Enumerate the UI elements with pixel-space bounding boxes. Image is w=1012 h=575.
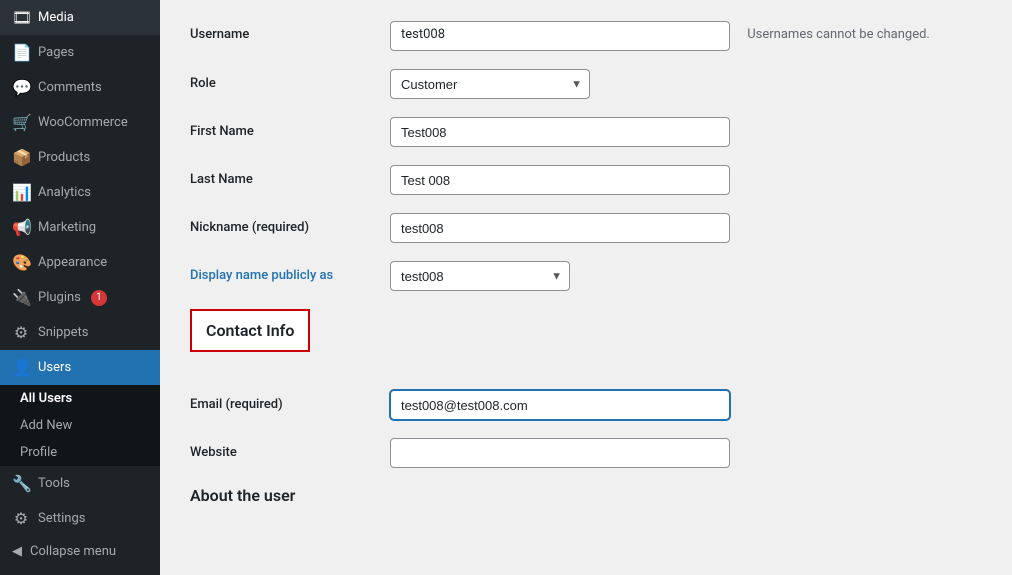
display-name-select[interactable]: test008 Test008 Test 008 Test008 Test 00… bbox=[390, 261, 570, 291]
appearance-icon: 🎨 bbox=[12, 253, 30, 272]
collapse-icon: ◀ bbox=[12, 544, 22, 559]
sidebar-item-pages[interactable]: 📄 Pages bbox=[0, 35, 160, 70]
sidebar-item-analytics[interactable]: 📊 Analytics bbox=[0, 175, 160, 210]
last-name-label: Last Name bbox=[190, 165, 390, 187]
sidebar-label-media: Media bbox=[38, 10, 74, 25]
sidebar-label-snippets: Snippets bbox=[38, 325, 89, 340]
email-field-wrap bbox=[390, 390, 982, 420]
sidebar-label-products: Products bbox=[38, 150, 90, 165]
collapse-label: Collapse menu bbox=[30, 544, 116, 559]
nickname-label: Nickname (required) bbox=[190, 213, 390, 235]
sidebar-label-woocommerce: WooCommerce bbox=[38, 115, 128, 130]
email-row: Email (required) bbox=[190, 390, 982, 420]
nickname-input[interactable] bbox=[390, 213, 730, 243]
last-name-input[interactable] bbox=[390, 165, 730, 195]
all-users-label: All Users bbox=[20, 391, 72, 406]
tools-label: Tools bbox=[38, 476, 70, 491]
sidebar-item-profile[interactable]: Profile bbox=[0, 439, 160, 466]
main-content: Username test008 Usernames cannot be cha… bbox=[160, 0, 1012, 575]
role-field: Customer Administrator Editor Author Sub… bbox=[390, 69, 982, 99]
sidebar-label-marketing: Marketing bbox=[38, 220, 96, 235]
sidebar-item-settings[interactable]: ⚙ Settings bbox=[0, 501, 160, 536]
collapse-menu-button[interactable]: ◀ Collapse menu bbox=[0, 536, 160, 567]
sidebar-item-comments[interactable]: 💬 Comments bbox=[0, 70, 160, 105]
website-field bbox=[390, 438, 982, 468]
role-row: Role Customer Administrator Editor Autho… bbox=[190, 69, 982, 99]
about-heading: About the user bbox=[190, 486, 982, 505]
sidebar-item-all-users[interactable]: All Users bbox=[0, 385, 160, 412]
username-field: test008 Usernames cannot be changed. bbox=[390, 20, 982, 51]
website-input[interactable] bbox=[390, 438, 730, 468]
plugins-badge: 1 bbox=[91, 290, 107, 306]
last-name-field bbox=[390, 165, 982, 195]
comments-icon: 💬 bbox=[12, 78, 30, 97]
email-input[interactable] bbox=[390, 390, 730, 420]
role-select[interactable]: Customer Administrator Editor Author Sub… bbox=[390, 69, 590, 99]
contact-info-section: Contact Info bbox=[190, 309, 982, 370]
first-name-input[interactable] bbox=[390, 117, 730, 147]
website-label: Website bbox=[190, 438, 390, 460]
users-submenu: All Users Add New Profile bbox=[0, 385, 160, 466]
pages-icon: 📄 bbox=[12, 43, 30, 62]
first-name-label: First Name bbox=[190, 117, 390, 139]
username-note: Usernames cannot be changed. bbox=[747, 20, 930, 42]
username-label: Username bbox=[190, 20, 390, 42]
settings-icon: ⚙ bbox=[12, 509, 30, 528]
display-name-select-wrap: test008 Test008 Test 008 Test008 Test 00… bbox=[390, 261, 570, 291]
last-name-row: Last Name bbox=[190, 165, 982, 195]
sidebar-label-plugins: Plugins bbox=[38, 290, 81, 305]
sidebar-item-appearance[interactable]: 🎨 Appearance bbox=[0, 245, 160, 280]
website-row: Website bbox=[190, 438, 982, 468]
analytics-icon: 📊 bbox=[12, 183, 30, 202]
sidebar-item-plugins[interactable]: 🔌 Plugins 1 bbox=[0, 280, 160, 315]
sidebar-item-media[interactable]: 🎞 Media bbox=[0, 0, 160, 35]
media-icon: 🎞 bbox=[12, 8, 30, 27]
sidebar-label-analytics: Analytics bbox=[38, 185, 91, 200]
sidebar-item-tools[interactable]: 🔧 Tools bbox=[0, 466, 160, 501]
username-value: test008 bbox=[390, 21, 730, 51]
sidebar: 🎞 Media 📄 Pages 💬 Comments 🛒 WooCommerce… bbox=[0, 0, 160, 575]
sidebar-label-pages: Pages bbox=[38, 45, 74, 60]
username-row: Username test008 Usernames cannot be cha… bbox=[190, 20, 982, 51]
display-name-row: Display name publicly as test008 Test008… bbox=[190, 261, 982, 291]
settings-label: Settings bbox=[38, 511, 85, 526]
snippets-icon: ⚙ bbox=[12, 323, 30, 342]
email-label: Email (required) bbox=[190, 390, 390, 412]
plugins-icon: 🔌 bbox=[12, 288, 30, 307]
role-label: Role bbox=[190, 69, 390, 91]
sidebar-label-appearance: Appearance bbox=[38, 255, 107, 270]
display-name-label: Display name publicly as bbox=[190, 261, 390, 283]
add-new-label: Add New bbox=[20, 418, 72, 433]
sidebar-item-products[interactable]: 📦 Products bbox=[0, 140, 160, 175]
nickname-field bbox=[390, 213, 982, 243]
users-icon: 👤 bbox=[12, 358, 30, 377]
sidebar-label-comments: Comments bbox=[38, 80, 102, 95]
sidebar-item-snippets[interactable]: ⚙ Snippets bbox=[0, 315, 160, 350]
tools-icon: 🔧 bbox=[12, 474, 30, 493]
sidebar-item-woocommerce[interactable]: 🛒 WooCommerce bbox=[0, 105, 160, 140]
sidebar-label-users: Users bbox=[38, 360, 71, 375]
products-icon: 📦 bbox=[12, 148, 30, 167]
sidebar-item-add-new[interactable]: Add New bbox=[0, 412, 160, 439]
contact-info-heading: Contact Info bbox=[190, 309, 310, 352]
profile-label: Profile bbox=[20, 445, 57, 460]
nickname-row: Nickname (required) bbox=[190, 213, 982, 243]
marketing-icon: 📢 bbox=[12, 218, 30, 237]
first-name-field bbox=[390, 117, 982, 147]
woocommerce-icon: 🛒 bbox=[12, 113, 30, 132]
role-select-wrap: Customer Administrator Editor Author Sub… bbox=[390, 69, 590, 99]
sidebar-item-marketing[interactable]: 📢 Marketing bbox=[0, 210, 160, 245]
sidebar-item-users[interactable]: 👤 Users bbox=[0, 350, 160, 385]
display-name-field: test008 Test008 Test 008 Test008 Test 00… bbox=[390, 261, 982, 291]
first-name-row: First Name bbox=[190, 117, 982, 147]
